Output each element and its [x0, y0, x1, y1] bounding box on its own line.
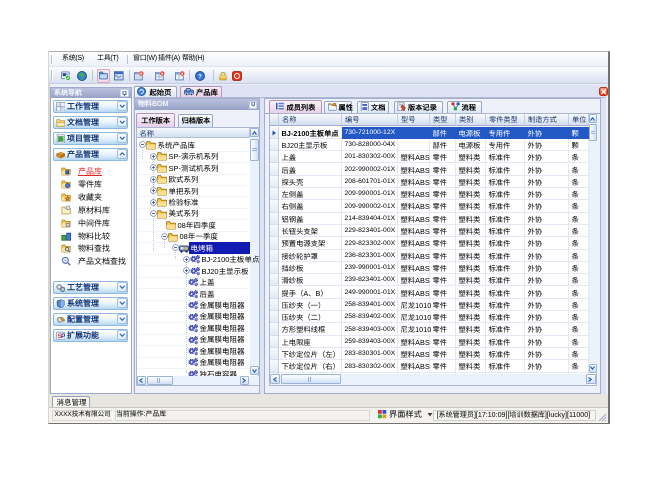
- svg-text:7: 7: [400, 106, 403, 111]
- svg-text:?: ?: [198, 73, 202, 80]
- svg-text:P: P: [61, 333, 65, 340]
